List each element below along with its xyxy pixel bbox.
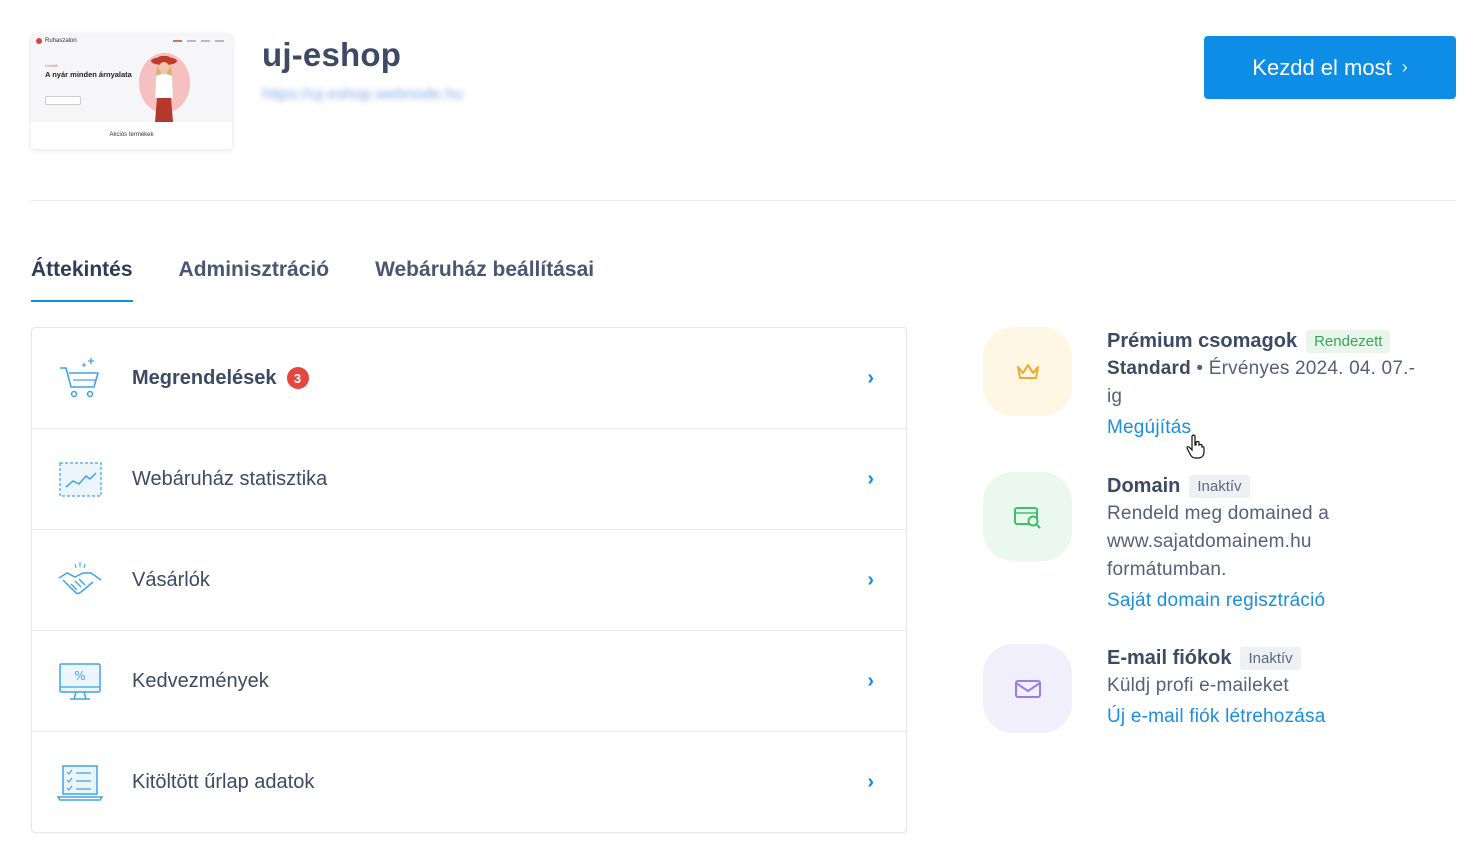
svg-text:%: %	[74, 669, 85, 683]
thumbnail-brand-name: Ruhaszalon	[45, 38, 77, 44]
premium-desc: Standard • Érvényes 2024. 04. 07.-ig	[1107, 355, 1427, 411]
overview-menu: Megrendelések 3 › Webáruház statisztika …	[31, 327, 907, 833]
domain-search-icon	[1013, 506, 1041, 529]
chevron-right-icon: ›	[867, 568, 874, 591]
menu-item-label: Kitöltött űrlap adatok	[132, 771, 315, 793]
model-image	[151, 56, 177, 122]
plan-name: Standard	[1107, 358, 1191, 379]
menu-item-customers[interactable]: Vásárlók ›	[32, 530, 906, 631]
site-title: uj-eshop	[262, 36, 402, 73]
chart-icon	[59, 462, 102, 497]
domain-bubble	[983, 472, 1072, 561]
menu-item-orders[interactable]: Megrendelések 3 ›	[32, 328, 906, 429]
thumbnail-nav	[173, 40, 224, 42]
status-badge: Rendezett	[1306, 329, 1391, 353]
site-thumbnail[interactable]: Ruhaszalon Limitált A nyár minden árnyal…	[31, 34, 232, 149]
start-now-button[interactable]: Kezdd el most ›	[1204, 36, 1456, 99]
renew-link[interactable]: Megújítás	[1107, 417, 1191, 439]
start-now-label: Kezdd el most	[1252, 54, 1392, 80]
tab-shop-settings[interactable]: Webáruház beállításai	[375, 258, 594, 302]
header-divider	[31, 200, 1456, 201]
email-desc: Küldj profi e-maileket	[1107, 675, 1289, 696]
domain-desc: Rendeld meg domained a www.sajatdomainem…	[1107, 503, 1329, 580]
thumbnail-button	[45, 96, 81, 105]
create-email-link[interactable]: Új e-mail fiók létrehozása	[1107, 706, 1326, 728]
brand-logo-icon	[36, 38, 42, 44]
menu-item-label: Megrendelések 3	[132, 367, 309, 390]
menu-item-discounts[interactable]: % Kedvezmények ›	[32, 631, 906, 732]
thumbnail-brand: Ruhaszalon	[36, 38, 77, 44]
menu-item-form-data[interactable]: Kitöltött űrlap adatok ›	[32, 732, 906, 833]
crown-icon	[1016, 363, 1039, 379]
email-title-text: E-mail fiókok	[1107, 646, 1232, 669]
discount-monitor-icon: %	[59, 663, 101, 700]
domain-register-link[interactable]: Saját domain regisztráció	[1107, 590, 1325, 612]
tab-overview[interactable]: Áttekintés	[31, 258, 133, 302]
envelope-icon	[1014, 679, 1041, 698]
thumbnail-caption: Akciós termékek	[109, 132, 154, 138]
chevron-right-icon: ›	[867, 669, 874, 692]
premium-body: Prémium csomagok Rendezett Standard • Ér…	[1107, 327, 1427, 439]
menu-item-label: Vásárlók	[132, 568, 210, 591]
menu-item-statistics[interactable]: Webáruház statisztika ›	[32, 429, 906, 530]
status-badge: Inaktív	[1240, 646, 1301, 670]
orders-count-badge: 3	[286, 367, 309, 389]
premium-title: Prémium csomagok Rendezett	[1107, 327, 1427, 355]
site-url[interactable]: https://uj-eshop.webnode.hu	[262, 86, 463, 104]
premium-bubble	[983, 327, 1072, 416]
menu-item-label: Kedvezmények	[132, 669, 269, 692]
domain-body: Domain Inaktív Rendeld meg domained a ww…	[1107, 472, 1427, 612]
form-laptop-icon	[57, 765, 103, 801]
menu-item-label: Webáruház statisztika	[132, 467, 328, 490]
chevron-right-icon: ›	[867, 366, 874, 389]
chevron-right-icon: ›	[867, 771, 874, 793]
hand-cursor-icon	[1186, 434, 1205, 459]
status-badge: Inaktív	[1189, 474, 1250, 498]
cart-icon	[60, 358, 99, 398]
email-bubble	[983, 644, 1072, 733]
domain-title-text: Domain	[1107, 474, 1181, 497]
domain-title: Domain Inaktív	[1107, 472, 1427, 500]
email-body: E-mail fiókok Inaktív Küldj profi e-mail…	[1107, 644, 1427, 728]
orders-label: Megrendelések	[132, 366, 277, 389]
thumbnail-tagline: Limitált	[45, 63, 58, 68]
email-title: E-mail fiókok Inaktív	[1107, 644, 1427, 672]
thumbnail-headline: A nyár minden árnyalata	[45, 70, 132, 79]
tab-bar: Áttekintés Adminisztráció Webáruház beál…	[31, 258, 594, 302]
tab-administration[interactable]: Adminisztráció	[179, 258, 330, 302]
premium-title-text: Prémium csomagok	[1107, 329, 1298, 352]
handshake-icon	[58, 562, 102, 595]
chevron-right-icon: ›	[867, 467, 874, 490]
chevron-right-icon: ›	[1401, 57, 1408, 77]
